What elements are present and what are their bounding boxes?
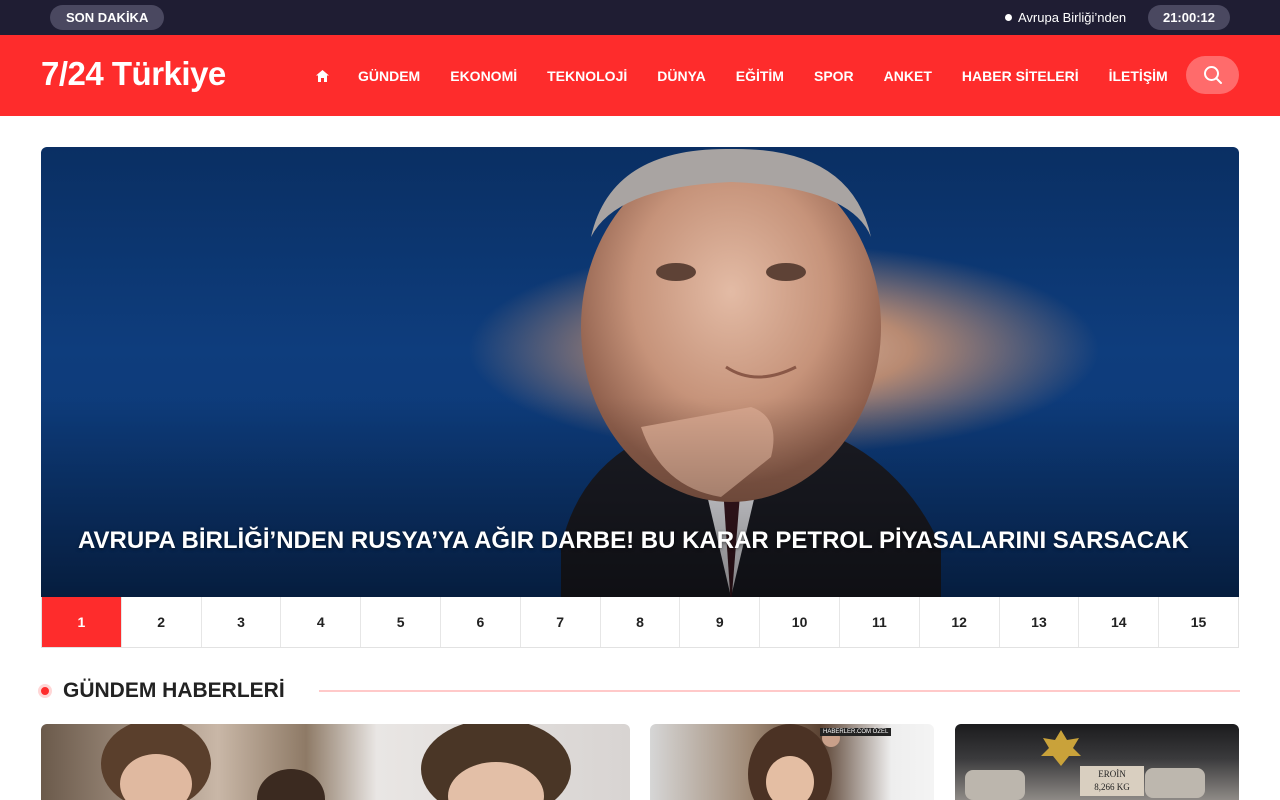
nav-item-teknoloji[interactable]: TEKNOLOJİ — [532, 68, 642, 84]
slide-page-3[interactable]: 3 — [200, 597, 281, 647]
top-bar: SON DAKİKA Avrupa Birliği’nden 21:00:12 — [0, 0, 1280, 35]
slide-page-15[interactable]: 15 — [1158, 597, 1238, 647]
nav-item-spor[interactable]: SPOR — [799, 68, 869, 84]
nav-item-gundem[interactable]: GÜNDEM — [343, 68, 435, 84]
label-line: EROİN — [1098, 769, 1126, 779]
slide-page-12[interactable]: 12 — [918, 597, 999, 647]
nav-item-haber-siteleri[interactable]: HABER SİTELERİ — [947, 68, 1094, 84]
news-card[interactable] — [41, 724, 630, 800]
hero-slide[interactable]: AVRUPA BİRLİĞİ’NDEN RUSYA’YA AĞIR DARBE!… — [41, 147, 1239, 597]
nav-item-ekonomi[interactable]: EKONOMİ — [435, 68, 532, 84]
news-ticker[interactable]: Avrupa Birliği’nden — [1005, 0, 1126, 35]
hero-headline[interactable]: AVRUPA BİRLİĞİ’NDEN RUSYA’YA AĞIR DARBE!… — [78, 525, 1189, 557]
news-card[interactable]: HABERLER.COM ÖZEL — [650, 724, 934, 800]
slide-page-1[interactable]: 1 — [42, 597, 121, 647]
nav-item-egitim[interactable]: EĞİTİM — [721, 68, 799, 84]
section-dot-icon — [38, 684, 52, 698]
search-button[interactable] — [1186, 56, 1239, 94]
search-icon — [1203, 66, 1222, 84]
slide-page-13[interactable]: 13 — [998, 597, 1079, 647]
slide-page-11[interactable]: 11 — [838, 597, 919, 647]
slider-pager: 1 2 3 4 5 6 7 8 9 10 11 12 13 14 15 — [41, 597, 1239, 648]
home-icon[interactable] — [310, 69, 343, 82]
slide-page-9[interactable]: 9 — [679, 597, 760, 647]
slide-page-14[interactable]: 14 — [1078, 597, 1159, 647]
section-divider — [319, 690, 1240, 692]
slide-page-4[interactable]: 4 — [280, 597, 361, 647]
slide-page-7[interactable]: 7 — [519, 597, 600, 647]
news-card[interactable]: EROİN 8,266 KG — [955, 724, 1239, 800]
slide-page-10[interactable]: 10 — [759, 597, 839, 647]
nav-item-dunya[interactable]: DÜNYA — [642, 68, 721, 84]
site-header: 7/24 Türkiye GÜNDEM EKONOMİ TEKNOLOJİ DÜ… — [0, 35, 1280, 116]
slide-page-6[interactable]: 6 — [439, 597, 520, 647]
slide-page-8[interactable]: 8 — [599, 597, 680, 647]
nav-item-anket[interactable]: ANKET — [869, 68, 947, 84]
news-card-photo — [748, 724, 840, 800]
label-line: 8,266 KG — [1094, 782, 1130, 792]
main-nav: GÜNDEM EKONOMİ TEKNOLOJİ DÜNYA EĞİTİM SP… — [310, 35, 1183, 116]
slide-page-2[interactable]: 2 — [120, 597, 201, 647]
news-card-badge: HABERLER.COM ÖZEL — [820, 728, 892, 736]
ticker-text[interactable]: Avrupa Birliği’nden — [1018, 10, 1126, 25]
news-card-label: EROİN 8,266 KG — [1080, 766, 1144, 796]
bullet-icon — [1005, 14, 1012, 21]
slide-page-5[interactable]: 5 — [360, 597, 440, 647]
site-logo[interactable]: 7/24 Türkiye — [41, 51, 226, 96]
section-title: GÜNDEM HABERLERİ — [63, 679, 285, 702]
breaking-news-label[interactable]: SON DAKİKA — [50, 5, 165, 30]
hero-overlay — [41, 397, 1239, 597]
news-card-photo — [101, 724, 571, 800]
nav-item-iletisim[interactable]: İLETİŞİM — [1094, 68, 1183, 84]
clock: 21:00:12 — [1148, 5, 1230, 30]
section-header: GÜNDEM HABERLERİ — [38, 675, 1240, 707]
